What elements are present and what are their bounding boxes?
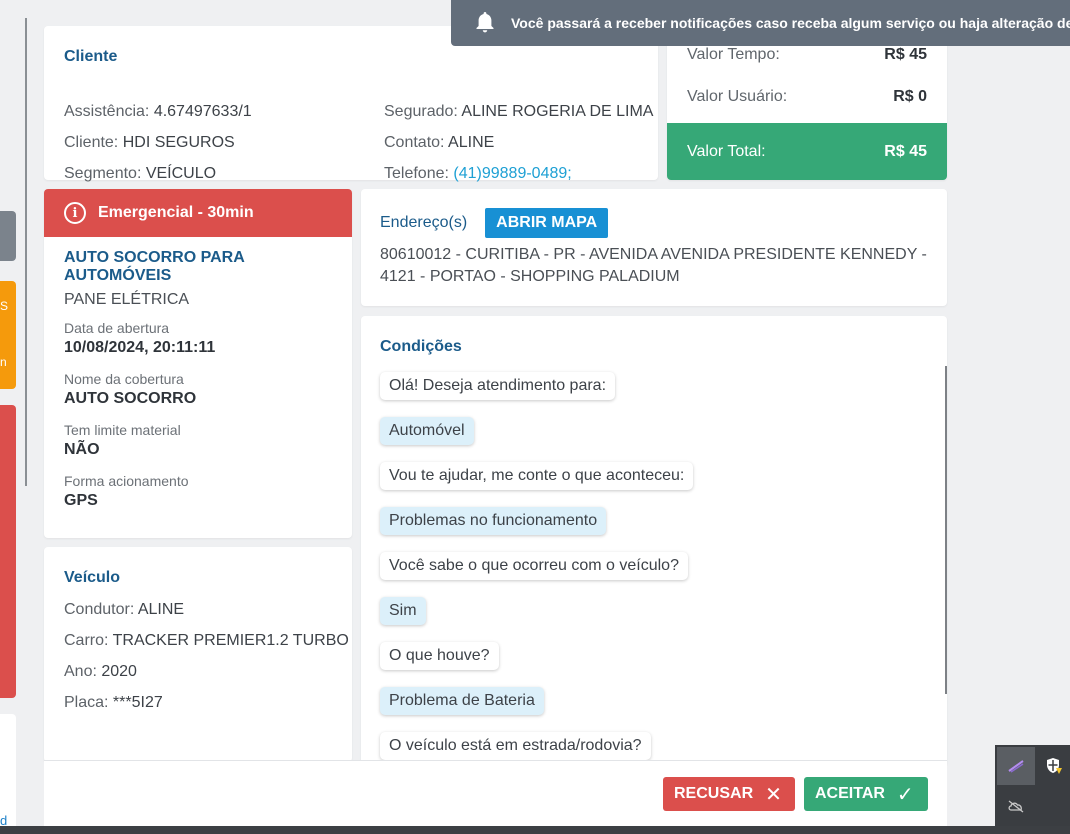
chat-answer-bubble: Problemas no funcionamento xyxy=(380,507,607,535)
phone-line: Telefone: (41)99889-0489; xyxy=(384,165,572,182)
material-limit-value: NÃO xyxy=(64,441,100,458)
assistance-line: Assistência: 4.67497633/1 xyxy=(64,103,252,120)
chat-row: O que houve? xyxy=(380,642,928,687)
insured-line: Segurado: ALINE ROGERIA DE LIMA xyxy=(384,103,654,120)
close-icon: ✕ xyxy=(765,783,782,806)
client-card: Cliente Assistência: 4.67497633/1 Client… xyxy=(44,26,658,182)
security-shield-icon[interactable] xyxy=(1035,747,1070,785)
segment-line: Segmento: VEÍCULO xyxy=(64,165,217,182)
client-title: Cliente xyxy=(64,48,118,65)
chat-row: Automóvel xyxy=(380,417,928,462)
chat-answer-bubble: Automóvel xyxy=(380,417,474,445)
system-tray-popup xyxy=(995,745,1070,826)
side-tab-red[interactable] xyxy=(0,405,16,698)
client-col-left: Assistência: 4.67497633/1 Cliente: HDI S… xyxy=(64,96,252,189)
chat-row: Vou te ajudar, me conte o que aconteceu: xyxy=(380,462,928,507)
open-map-button[interactable]: ABRIR MAPA xyxy=(485,208,609,238)
client-col-right: Segurado: ALINE ROGERIA DE LIMA Contato:… xyxy=(384,96,653,189)
chat-question-bubble: Você sabe o que ocorreu com o veículo? xyxy=(380,552,688,580)
side-tab-white[interactable]: d xyxy=(0,714,16,834)
vehicle-card: Veículo Condutor: ALINE Carro: TRACKER P… xyxy=(44,547,352,762)
side-tab-gray[interactable] xyxy=(0,211,16,261)
address-text: 80610012 - CURITIBA - PR - AVENIDA AVENI… xyxy=(380,246,927,285)
accept-button[interactable]: ACEITAR ✓ xyxy=(804,777,928,811)
service-title: AUTO SOCORRO PARA AUTOMÓVEIS xyxy=(64,249,245,284)
user-value-row: Valor Usuário: R$ 0 xyxy=(687,88,927,105)
action-bar: RECUSAR ✕ ACEITAR ✓ xyxy=(44,760,947,826)
reject-button[interactable]: RECUSAR ✕ xyxy=(663,777,795,811)
info-icon: i xyxy=(64,202,86,224)
left-panel-divider xyxy=(25,18,27,486)
activation-form-label: Forma acionamento xyxy=(64,473,189,489)
coverage-name-value: AUTO SOCORRO xyxy=(64,390,197,407)
notification-banner[interactable]: Você passará a receber notificações caso… xyxy=(451,0,1070,46)
phone-link[interactable]: (41)99889-0489; xyxy=(453,165,571,182)
cloud-off-icon[interactable] xyxy=(997,787,1035,825)
address-card: Endereço(s) ABRIR MAPA 80610012 - CURITI… xyxy=(361,189,947,306)
client-line: Cliente: HDI SEGUROS xyxy=(64,134,235,151)
contact-line: Contato: ALINE xyxy=(384,134,495,151)
chat-question-bubble: O veículo está em estrada/rodovia? xyxy=(380,732,651,760)
chat-question-bubble: O que houve? xyxy=(380,642,499,670)
values-card: Valor Tempo: R$ 45 Valor Usuário: R$ 0 V… xyxy=(667,26,947,180)
address-title: Endereço(s) xyxy=(380,214,468,231)
year-line: Ano: 2020 xyxy=(64,663,137,680)
opening-date-label: Data de abertura xyxy=(64,320,170,336)
check-icon: ✓ xyxy=(896,783,914,806)
service-subtitle: PANE ELÉTRICA xyxy=(64,291,190,308)
vehicle-title: Veículo xyxy=(64,569,121,586)
chat-scrollbar[interactable] xyxy=(945,366,947,694)
chat-question-bubble: Olá! Deseja atendimento para: xyxy=(380,372,616,400)
bell-icon xyxy=(475,11,495,36)
emergency-card: i Emergencial - 30min AUTO SOCORRO PARA … xyxy=(44,189,352,538)
address-header: Endereço(s) ABRIR MAPA xyxy=(380,208,928,238)
plate-line: Placa: ***5I27 xyxy=(64,694,163,711)
chat-row: Você sabe o que ocorreu com o veículo? xyxy=(380,552,928,597)
side-tab-orange-text-a: S xyxy=(0,299,9,313)
material-limit-label: Tem limite material xyxy=(64,422,181,438)
conditions-title: Condições xyxy=(380,338,462,355)
opening-date-value: 10/08/2024, 20:11:11 xyxy=(64,339,216,356)
chat-answer-bubble: Problema de Bateria xyxy=(380,687,544,715)
car-line: Carro: TRACKER PREMIER1.2 TURBO xyxy=(64,632,349,649)
chat-answer-bubble: Sim xyxy=(380,597,426,625)
tray-app-icon[interactable] xyxy=(997,747,1035,785)
side-tab-orange-text-b: n xyxy=(0,355,7,369)
conditions-card: Condições Olá! Deseja atendimento para: A… xyxy=(361,316,947,766)
emergency-label: Emergencial - 30min xyxy=(98,204,254,221)
chat-row: Sim xyxy=(380,597,928,642)
activation-form-value: GPS xyxy=(64,492,98,509)
chat-row: Problemas no funcionamento xyxy=(380,507,928,552)
driver-line: Condutor: ALINE xyxy=(64,601,185,618)
chat-row: Problema de Bateria xyxy=(380,687,928,732)
chat-question-bubble: Vou te ajudar, me conte o que aconteceu: xyxy=(380,462,694,490)
chat-row: Olá! Deseja atendimento para: xyxy=(380,372,928,417)
notification-text: Você passará a receber notificações caso… xyxy=(511,15,1070,31)
coverage-name-label: Nome da cobertura xyxy=(64,371,184,387)
emergency-body: AUTO SOCORRO PARA AUTOMÓVEIS PANE ELÉTRI… xyxy=(44,237,352,520)
taskbar-edge xyxy=(0,826,1070,834)
conditions-chat: Olá! Deseja atendimento para: Automóvel Vo… xyxy=(380,372,928,766)
total-value-row: Valor Total: R$ 45 xyxy=(667,123,947,180)
side-tab-orange[interactable]: S n xyxy=(0,281,16,389)
emergency-header: i Emergencial - 30min xyxy=(44,189,352,237)
